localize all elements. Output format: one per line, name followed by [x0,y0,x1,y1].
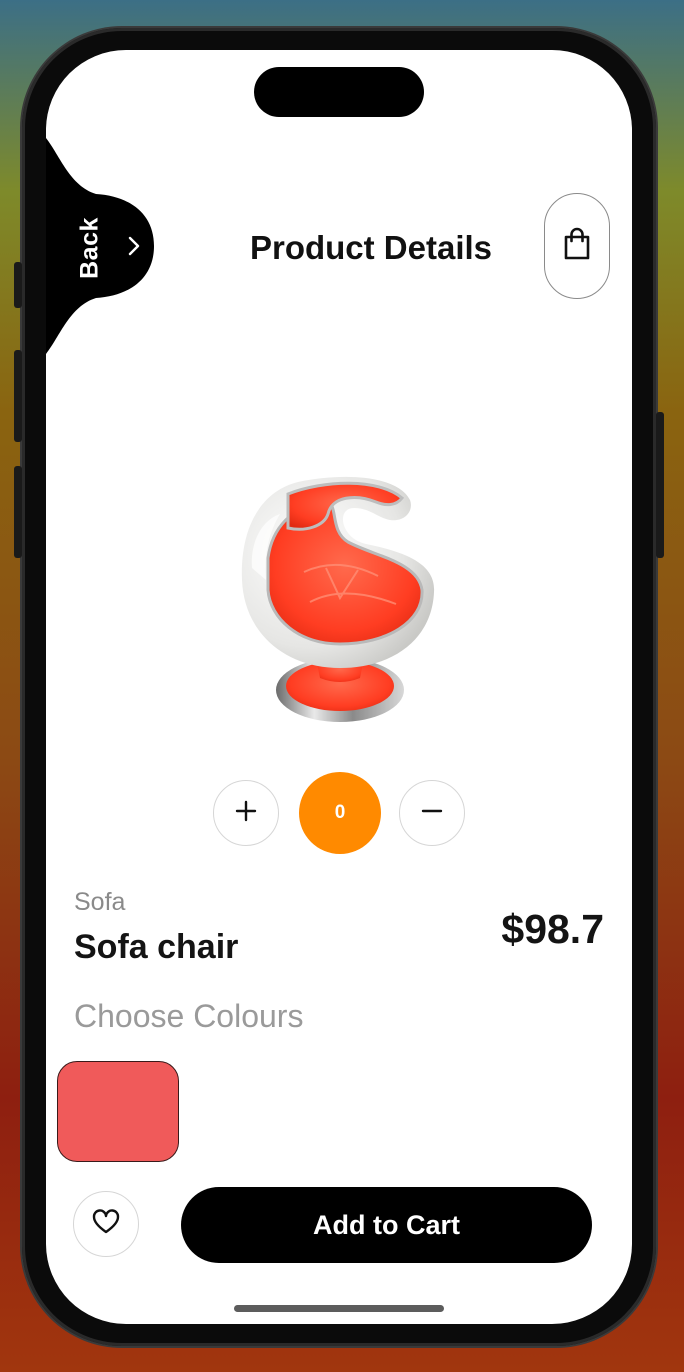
back-button[interactable]: Back [46,138,158,354]
decrease-quantity-button[interactable] [399,780,465,846]
phone-action-button [14,262,22,308]
product-price: $98.7 [501,906,604,952]
heart-icon [92,1208,120,1240]
cart-bag-button[interactable] [544,193,610,299]
home-indicator [234,1305,444,1312]
phone-volume-up-button [14,350,22,442]
phone-volume-down-button [14,466,22,558]
product-name: Sofa chair [74,928,239,966]
increase-quantity-button[interactable] [213,780,279,846]
choose-colours-label: Choose Colours [74,998,304,1034]
minus-icon [421,800,443,827]
back-label: Back [75,217,104,279]
colour-swatch[interactable] [57,1061,179,1162]
favorite-button[interactable] [73,1191,139,1257]
add-to-cart-button[interactable]: Add to Cart [181,1187,592,1263]
shopping-bag-icon [562,227,592,266]
phone-power-button [656,412,664,558]
app-screen: Back Product Details 0 Sofa Sofa chair $… [46,50,632,1324]
dynamic-island [254,67,424,117]
page-title: Product Details [249,229,493,266]
quantity-count: 0 [299,772,381,854]
sofa-chair-image [228,472,458,737]
product-category: Sofa [74,888,126,916]
plus-icon [235,800,257,827]
